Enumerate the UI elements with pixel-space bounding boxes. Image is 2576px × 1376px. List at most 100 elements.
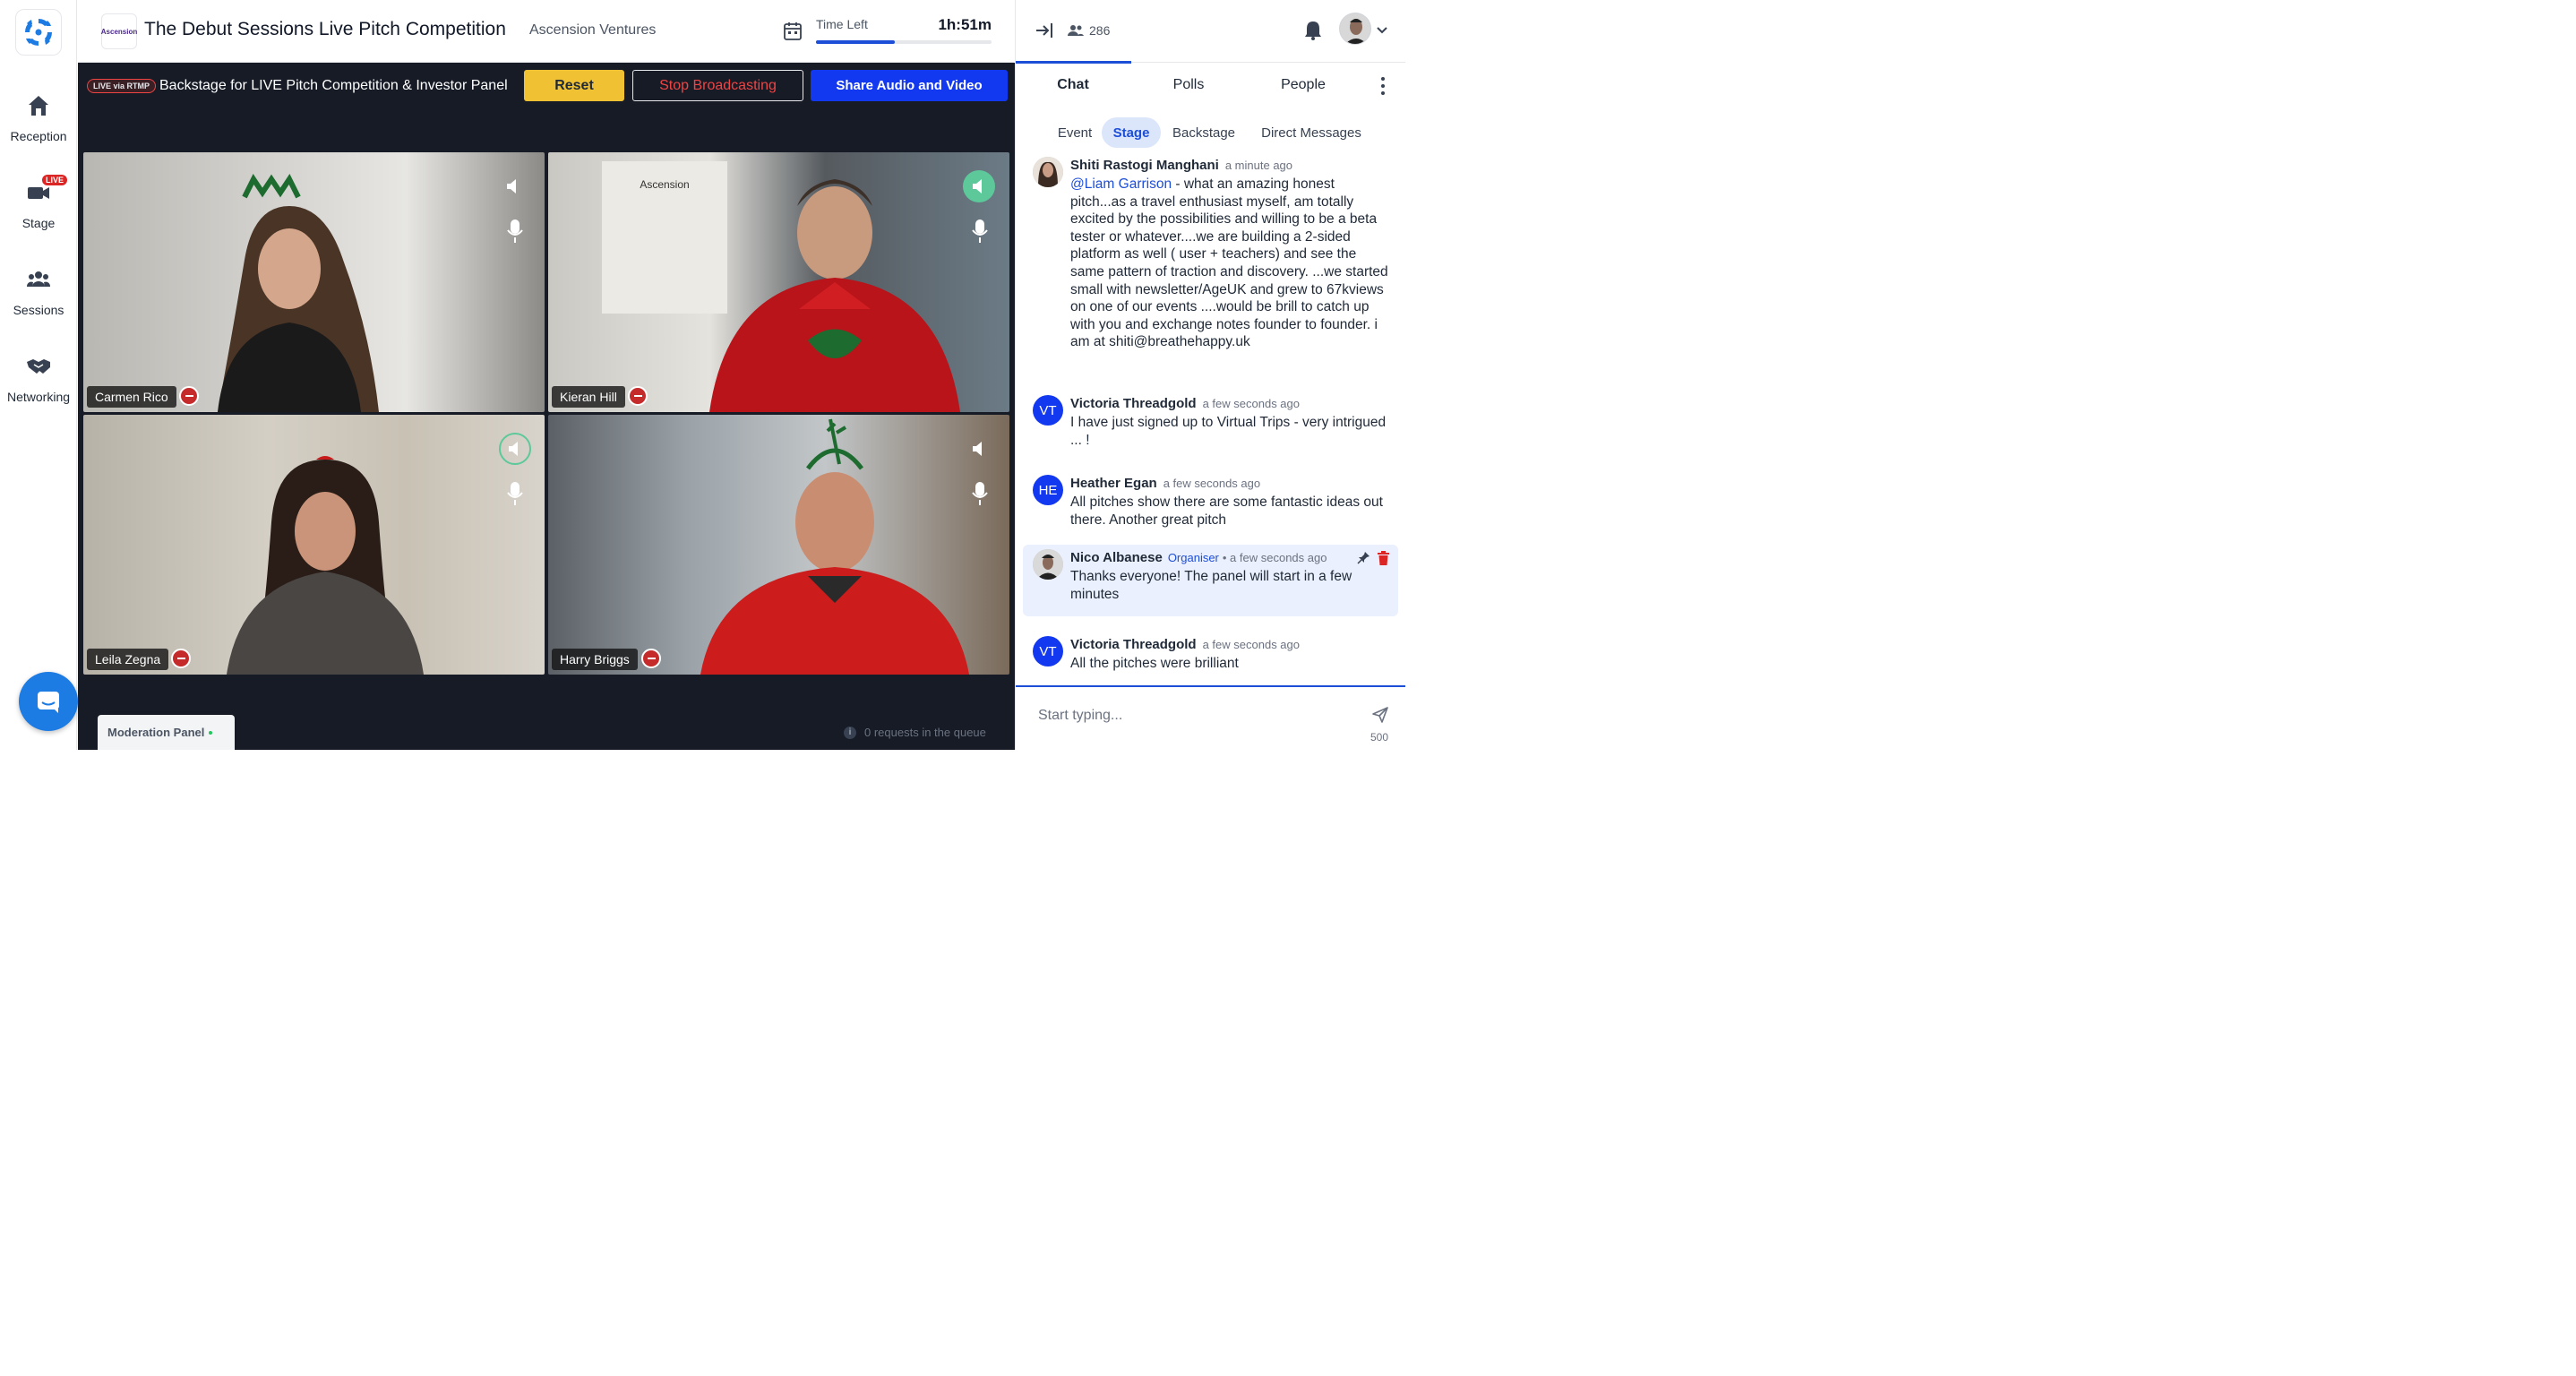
subtab-stage[interactable]: Stage bbox=[1102, 117, 1161, 148]
time-left-label: Time Left bbox=[816, 17, 868, 31]
more-options-icon[interactable] bbox=[1378, 77, 1387, 95]
sender-name[interactable]: Shiti Rastogi Manghani bbox=[1070, 158, 1219, 173]
header-active-indicator bbox=[1016, 61, 1131, 64]
message-time: • a few seconds ago bbox=[1222, 551, 1327, 564]
message-body: - what an amazing honest pitch...as a tr… bbox=[1070, 176, 1388, 350]
organiser-badge: Organiser bbox=[1167, 551, 1219, 564]
event-title: The Debut Sessions Live Pitch Competitio… bbox=[144, 19, 506, 39]
participant-name-tag: Kieran Hill bbox=[552, 386, 625, 408]
message-body: All pitches show there are some fantasti… bbox=[1070, 494, 1383, 528]
participant-name-tag: Carmen Rico bbox=[87, 386, 176, 408]
avatar[interactable]: HE bbox=[1033, 475, 1063, 505]
pin-icon[interactable] bbox=[1357, 551, 1370, 564]
participant-silhouette bbox=[227, 456, 424, 675]
avatar[interactable]: VT bbox=[1033, 636, 1063, 666]
chat-input[interactable] bbox=[1038, 708, 1361, 724]
chat-message: VT Victoria Threadgold a few seconds ago … bbox=[1023, 632, 1398, 685]
send-icon[interactable] bbox=[1371, 706, 1389, 724]
swirl-logo-icon bbox=[25, 19, 52, 46]
sender-name[interactable]: Victoria Threadgold bbox=[1070, 637, 1197, 652]
tab-chat[interactable]: Chat bbox=[1016, 77, 1130, 93]
nav-networking-label: Networking bbox=[6, 390, 71, 404]
avatar[interactable] bbox=[1033, 157, 1063, 187]
stage-area: LIVE via RTMP Backstage for LIVE Pitch C… bbox=[78, 63, 1015, 750]
queue-status: i 0 requests in the queue bbox=[844, 726, 986, 739]
sender-name[interactable]: Heather Egan bbox=[1070, 476, 1157, 491]
sender-name[interactable]: Victoria Threadgold bbox=[1070, 396, 1197, 411]
people-icon bbox=[1068, 25, 1084, 36]
moderation-panel-tab[interactable]: Moderation Panel bbox=[98, 715, 235, 750]
char-limit: 500 bbox=[1370, 731, 1389, 744]
participant-silhouette bbox=[218, 174, 379, 412]
avatar[interactable]: VT bbox=[1033, 395, 1063, 426]
video-tile[interactable]: Leila Zegna bbox=[83, 415, 545, 675]
reset-button[interactable]: Reset bbox=[524, 70, 624, 101]
speaker-button[interactable] bbox=[963, 170, 995, 202]
subtab-backstage[interactable]: Backstage bbox=[1164, 117, 1243, 148]
avatar[interactable] bbox=[1033, 549, 1063, 580]
live-badge: LIVE bbox=[40, 173, 70, 187]
message-icon bbox=[38, 692, 59, 713]
chat-message-list[interactable]: Shiti Rastogi Manghani a minute ago @Liam… bbox=[1016, 152, 1405, 685]
remove-participant-button[interactable] bbox=[171, 649, 191, 668]
time-progress-fill bbox=[816, 40, 896, 44]
nav-networking[interactable]: Networking bbox=[0, 354, 77, 404]
subtab-event[interactable]: Event bbox=[1050, 117, 1100, 148]
app-logo[interactable] bbox=[15, 9, 62, 56]
nav-sessions[interactable]: Sessions bbox=[0, 267, 77, 317]
nav-reception[interactable]: Reception bbox=[0, 93, 77, 143]
moderation-panel-label: Moderation Panel bbox=[107, 726, 205, 739]
left-nav: Reception LIVE Stage Sessions Networking bbox=[0, 0, 78, 750]
status-dot bbox=[209, 730, 213, 735]
time-progress-bar bbox=[816, 40, 992, 44]
event-header: Ascension The Debut Sessions Live Pitch … bbox=[78, 0, 1014, 63]
speaker-icon bbox=[509, 442, 518, 456]
message-time: a few seconds ago bbox=[1202, 397, 1300, 410]
mention-link[interactable]: @Liam Garrison bbox=[1070, 176, 1172, 192]
remove-participant-button[interactable] bbox=[641, 649, 661, 668]
video-tile[interactable]: Harry Briggs bbox=[548, 415, 1009, 675]
nav-sessions-label: Sessions bbox=[13, 303, 64, 317]
support-chat-launcher[interactable] bbox=[19, 672, 78, 731]
org-name[interactable]: Ascension Ventures bbox=[529, 22, 656, 39]
sender-name[interactable]: Nico Albanese bbox=[1070, 550, 1163, 565]
microphone-icon[interactable] bbox=[969, 218, 991, 245]
stop-broadcasting-button[interactable]: Stop Broadcasting bbox=[632, 70, 803, 101]
speaker-icon bbox=[973, 442, 982, 456]
nav-stage[interactable]: LIVE Stage bbox=[0, 173, 77, 230]
avatar-photo bbox=[1033, 549, 1063, 580]
calendar-icon[interactable] bbox=[782, 21, 803, 42]
time-left-value: 1h:51m bbox=[938, 16, 992, 33]
rtmp-badge: LIVE via RTMP bbox=[87, 79, 157, 93]
collapse-panel-icon[interactable] bbox=[1034, 20, 1055, 41]
remove-participant-button[interactable] bbox=[179, 386, 199, 406]
queue-text: 0 requests in the queue bbox=[864, 726, 986, 739]
tab-people[interactable]: People bbox=[1246, 77, 1361, 93]
speaker-button[interactable] bbox=[497, 170, 529, 202]
speaker-button[interactable] bbox=[499, 433, 531, 465]
bell-icon[interactable] bbox=[1303, 20, 1323, 41]
chat-message-highlighted: Nico Albanese Organiser • a few seconds ag… bbox=[1023, 545, 1398, 616]
remove-participant-button[interactable] bbox=[628, 386, 648, 406]
chevron-down-icon[interactable] bbox=[1376, 23, 1388, 36]
trash-icon[interactable] bbox=[1377, 551, 1390, 565]
microphone-icon[interactable] bbox=[504, 480, 526, 507]
backstage-title: Backstage for LIVE Pitch Competition & I… bbox=[159, 78, 508, 93]
video-tile[interactable]: Carmen Rico bbox=[83, 152, 545, 412]
chat-message: Shiti Rastogi Manghani a minute ago @Liam… bbox=[1023, 152, 1398, 376]
video-tile[interactable]: Ascension Kieran Hill bbox=[548, 152, 1009, 412]
subtab-direct-messages[interactable]: Direct Messages bbox=[1253, 117, 1370, 148]
microphone-icon[interactable] bbox=[504, 218, 526, 245]
microphone-icon[interactable] bbox=[969, 480, 991, 507]
speaker-icon bbox=[973, 179, 982, 194]
share-audio-video-button[interactable]: Share Audio and Video bbox=[811, 70, 1008, 101]
message-time: a few seconds ago bbox=[1202, 638, 1300, 651]
attendee-count[interactable]: 286 bbox=[1089, 23, 1110, 38]
speaker-button[interactable] bbox=[963, 433, 995, 465]
composer-focus-line bbox=[1016, 685, 1405, 687]
message-text: @Liam Garrison - what an amazing honest … bbox=[1070, 176, 1393, 351]
message-body: All the pitches were brilliant bbox=[1070, 656, 1239, 671]
chat-message: VT Victoria Threadgold a few seconds ago … bbox=[1023, 391, 1398, 453]
user-avatar[interactable] bbox=[1339, 13, 1371, 45]
tab-polls[interactable]: Polls bbox=[1131, 77, 1246, 93]
